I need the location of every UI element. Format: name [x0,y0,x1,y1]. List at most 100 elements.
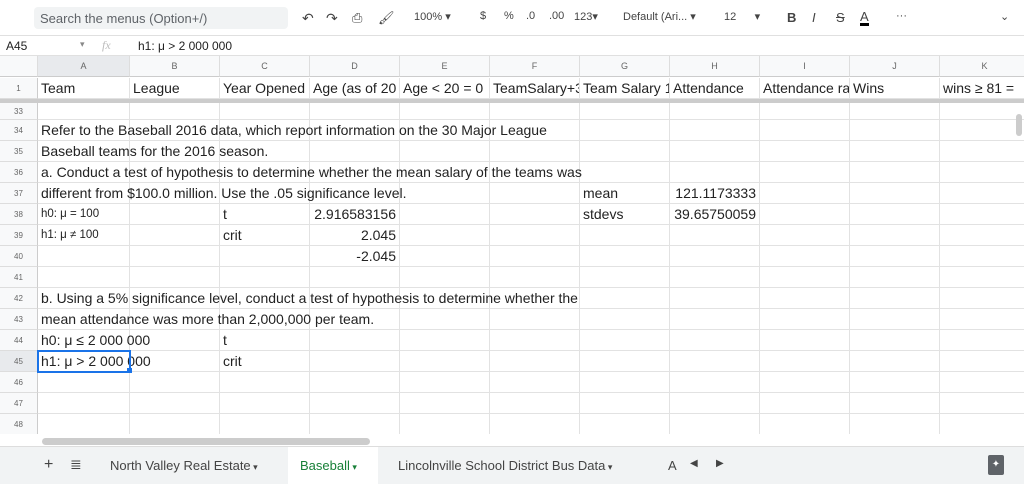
column-header-E[interactable]: E [400,56,490,77]
all-sheets-icon[interactable]: ≣ [70,456,82,473]
cell-D35[interactable] [310,141,400,162]
row-header-36[interactable]: 36 [0,162,38,183]
cell-J37[interactable] [850,183,940,204]
cell-F45[interactable] [490,351,580,372]
row-header-35[interactable]: 35 [0,141,38,162]
row-header-39[interactable]: 39 [0,225,38,246]
cell-F46[interactable] [490,372,580,393]
cell-E46[interactable] [400,372,490,393]
cell-E40[interactable] [400,246,490,267]
italic-button[interactable]: I [812,10,816,25]
cell-J45[interactable] [850,351,940,372]
cell-A46[interactable] [38,372,130,393]
cell-I34[interactable] [760,120,850,141]
cell-D33[interactable] [310,103,400,120]
cell-C47[interactable] [220,393,310,414]
header-cell-E[interactable]: Age < 20 = 0 [400,78,490,99]
cell-A43[interactable]: mean attendance was more than 2,000,000 … [38,309,374,330]
row-header-47[interactable]: 47 [0,393,38,414]
header-cell-B[interactable]: League [130,78,220,99]
row-header-34[interactable]: 34 [0,120,38,141]
column-header-B[interactable]: B [130,56,220,77]
row-header-45[interactable]: 45 [0,351,38,372]
cell-G39[interactable] [580,225,670,246]
bold-button[interactable]: B [787,10,796,25]
cell-J47[interactable] [850,393,940,414]
cell-A45[interactable]: h1: μ > 2 000 000 [37,350,151,373]
cell-C48[interactable] [220,414,310,434]
column-header-H[interactable]: H [670,56,760,77]
cell-G34[interactable] [580,120,670,141]
cell-J33[interactable] [850,103,940,120]
cell-B40[interactable] [130,246,220,267]
header-cell-K[interactable]: wins ≥ 81 = [940,78,1024,99]
cell-F38[interactable] [490,204,580,225]
cell-K34[interactable] [940,120,1024,141]
add-sheet-icon[interactable]: + [44,456,53,474]
cell-J34[interactable] [850,120,940,141]
cell-C40[interactable] [220,246,310,267]
cell-K47[interactable] [940,393,1024,414]
cell-J35[interactable] [850,141,940,162]
cell-A42[interactable]: b. Using a 5% significance level, conduc… [38,288,578,309]
cell-D41[interactable] [310,267,400,288]
cell-J38[interactable] [850,204,940,225]
cell-A47[interactable] [38,393,130,414]
cell-J44[interactable] [850,330,940,351]
cell-A36[interactable]: a. Conduct a test of hypothesis to deter… [38,162,582,183]
cell-H36[interactable] [670,162,760,183]
cell-E43[interactable] [400,309,490,330]
formula-input[interactable]: h1: μ > 2 000 000 [138,39,232,53]
cell-H40[interactable] [670,246,760,267]
cell-G46[interactable] [580,372,670,393]
sheet-tab[interactable]: A [656,447,680,485]
cell-A38[interactable]: h0: μ = 100 [38,204,130,225]
cell-C45[interactable]: crit [220,351,310,372]
cell-C44[interactable]: t [220,330,310,351]
cell-H48[interactable] [670,414,760,434]
cell-E44[interactable] [400,330,490,351]
cell-B48[interactable] [130,414,220,434]
cell-A41[interactable] [38,267,130,288]
column-header-C[interactable]: C [220,56,310,77]
cell-E37[interactable] [400,183,490,204]
print-icon[interactable]: ⎙ [352,10,362,26]
cell-E39[interactable] [400,225,490,246]
cell-D39[interactable]: 2.045 [310,225,400,246]
cell-H34[interactable] [670,120,760,141]
cell-I37[interactable] [760,183,850,204]
cell-F44[interactable] [490,330,580,351]
explore-icon[interactable]: ✦ [988,455,1004,475]
row-header-33[interactable]: 33 [0,103,38,120]
row-header-1[interactable]: 1 [0,78,38,99]
cell-H46[interactable] [670,372,760,393]
header-cell-F[interactable]: TeamSalary+3 [490,78,580,99]
cell-G37[interactable]: mean [580,183,670,204]
cell-J48[interactable] [850,414,940,434]
cell-K44[interactable] [940,330,1024,351]
row-header-41[interactable]: 41 [0,267,38,288]
cell-H42[interactable] [670,288,760,309]
cell-H37[interactable]: 121.1173333 [670,183,760,204]
cell-K39[interactable] [940,225,1024,246]
cell-C38[interactable]: t [220,204,310,225]
cell-B39[interactable] [130,225,220,246]
cell-H35[interactable] [670,141,760,162]
cell-F43[interactable] [490,309,580,330]
select-all-corner[interactable] [0,56,38,77]
header-cell-C[interactable]: Year Opened [220,78,310,99]
sheet-tab-menu-icon[interactable]: ▾ [251,462,258,472]
header-cell-H[interactable]: Attendance [670,78,760,99]
cell-A34[interactable]: Refer to the Baseball 2016 data, which r… [38,120,547,141]
cell-A37[interactable]: different from $100.0 million. Use the .… [38,183,407,204]
cell-G41[interactable] [580,267,670,288]
sheet-tab-menu-icon[interactable]: ▾ [350,462,357,472]
cell-G44[interactable] [580,330,670,351]
cell-K36[interactable] [940,162,1024,183]
cell-E35[interactable] [400,141,490,162]
collapse-chevron-icon[interactable]: ⌄ [1000,10,1009,23]
cell-B41[interactable] [130,267,220,288]
cell-D48[interactable] [310,414,400,434]
redo-icon[interactable]: ↷ [326,10,338,27]
cell-H33[interactable] [670,103,760,120]
